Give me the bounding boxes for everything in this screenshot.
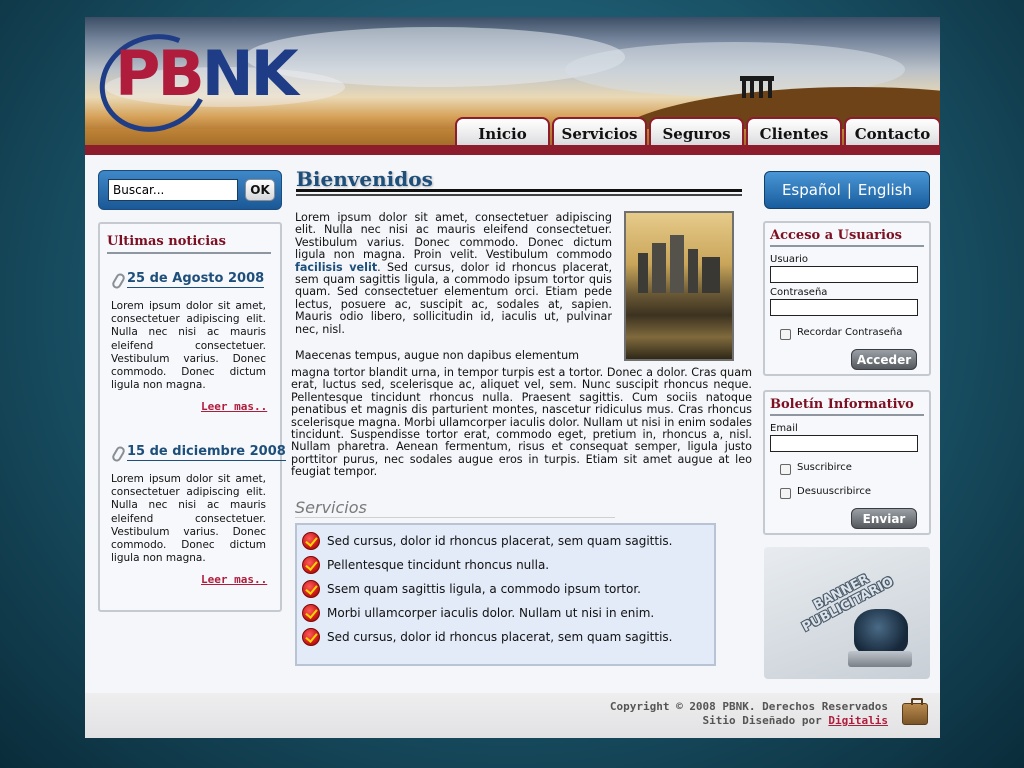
login-panel: Acceso a Usuarios Usuario Contraseña Rec… — [763, 221, 931, 376]
services-rule — [295, 517, 615, 518]
remember-checkbox[interactable] — [780, 329, 791, 340]
send-button[interactable]: Enviar — [851, 508, 917, 529]
page: PBNK Inicio Servicios Seguros Clientes C… — [85, 17, 940, 738]
login-title: Acceso a Usuarios — [770, 228, 902, 243]
news-title-rule — [107, 252, 271, 254]
password-label: Contraseña — [770, 287, 828, 298]
ad-banner[interactable]: BANNER PUBLICITARIO — [764, 547, 930, 679]
check-icon — [302, 556, 320, 574]
footer: Copyright © 2008 PBNK. Derechos Reservad… — [85, 693, 940, 738]
read-more-link[interactable]: Leer mas.. — [201, 400, 267, 413]
read-more-link[interactable]: Leer mas.. — [201, 573, 267, 586]
search-input[interactable] — [108, 179, 238, 201]
page-title: Bienvenidos — [296, 167, 433, 191]
unsubscribe-checkbox[interactable] — [780, 488, 791, 499]
logo-text: PBNK — [115, 37, 299, 110]
username-input[interactable] — [770, 266, 918, 283]
lang-english-link[interactable]: English — [858, 181, 912, 199]
news-date: 15 de diciembre 2008 — [127, 444, 286, 461]
news-text: Lorem ipsum dolor sit amet, consectetuer… — [111, 473, 266, 565]
services-title: Servicios — [295, 498, 367, 517]
newsletter-title: Boletín Informativo — [770, 397, 914, 412]
para2-intro: Maecenas tempus, augue non dapibus eleme… — [295, 349, 580, 362]
designer-link[interactable]: Digitalis — [828, 714, 888, 727]
username-label: Usuario — [770, 254, 809, 265]
subscribe-label: Suscribirce — [797, 462, 852, 473]
email-field[interactable] — [770, 435, 918, 452]
title-rule — [296, 189, 742, 192]
temple-silhouette-image — [740, 76, 774, 98]
check-icon — [302, 532, 320, 550]
body-paragraph: magna tortor blandit urna, in tempor tur… — [291, 366, 752, 479]
email-label: Email — [770, 423, 798, 434]
remember-label: Recordar Contraseña — [797, 327, 903, 338]
search-box: OK — [98, 170, 282, 210]
paperclip-icon — [110, 271, 127, 291]
header-banner: PBNK Inicio Servicios Seguros Clientes C… — [85, 17, 940, 155]
news-text: Lorem ipsum dolor sit amet, consectetuer… — [111, 300, 266, 392]
language-switcher: Español | English — [764, 171, 930, 209]
news-date: 25 de Agosto 2008 — [127, 271, 265, 288]
login-title-rule — [770, 245, 924, 247]
news-title: Ultimas noticias — [107, 234, 226, 249]
list-item: Ssem quam sagittis ligula, a commodo ips… — [302, 579, 641, 599]
password-input[interactable] — [770, 299, 918, 316]
check-icon — [302, 580, 320, 598]
briefcase-icon — [902, 698, 928, 725]
intro-paragraph: Lorem ipsum dolor sit amet, consectetuer… — [295, 211, 613, 336]
city-photo-image — [624, 211, 734, 361]
newsletter-title-rule — [770, 414, 924, 416]
list-item: Morbi ullamcorper iaculis dolor. Nullam … — [302, 603, 654, 623]
nav-underline-bar — [85, 145, 940, 155]
login-button[interactable]: Acceder — [851, 349, 917, 370]
news-panel: Ultimas noticias 25 de Agosto 2008 Lorem… — [98, 222, 286, 612]
subscribe-checkbox[interactable] — [780, 464, 791, 475]
facilisis-link[interactable]: facilisis velit — [295, 261, 377, 274]
paperclip-icon — [110, 444, 127, 464]
unsubscribe-label: Desuuscribirce — [797, 486, 872, 497]
list-item: Sed cursus, dolor id rhoncus placerat, s… — [302, 627, 673, 647]
list-item: Pellentesque tincidunt rhoncus nulla. — [302, 555, 549, 575]
title-rule — [296, 194, 742, 196]
hole-punch-base — [848, 651, 912, 667]
hole-punch-icon — [854, 609, 908, 655]
newsletter-panel: Boletín Informativo Email Suscribirce De… — [763, 390, 931, 535]
lang-separator: | — [846, 181, 852, 199]
check-icon — [302, 628, 320, 646]
search-ok-button[interactable]: OK — [245, 179, 275, 201]
services-list: Sed cursus, dolor id rhoncus placerat, s… — [295, 523, 716, 666]
copyright-text: Copyright © 2008 PBNK. Derechos Reservad… — [609, 700, 888, 727]
check-icon — [302, 604, 320, 622]
lang-espanol-link[interactable]: Español — [782, 181, 841, 199]
logo[interactable]: PBNK — [85, 19, 299, 147]
list-item: Sed cursus, dolor id rhoncus placerat, s… — [302, 531, 673, 551]
